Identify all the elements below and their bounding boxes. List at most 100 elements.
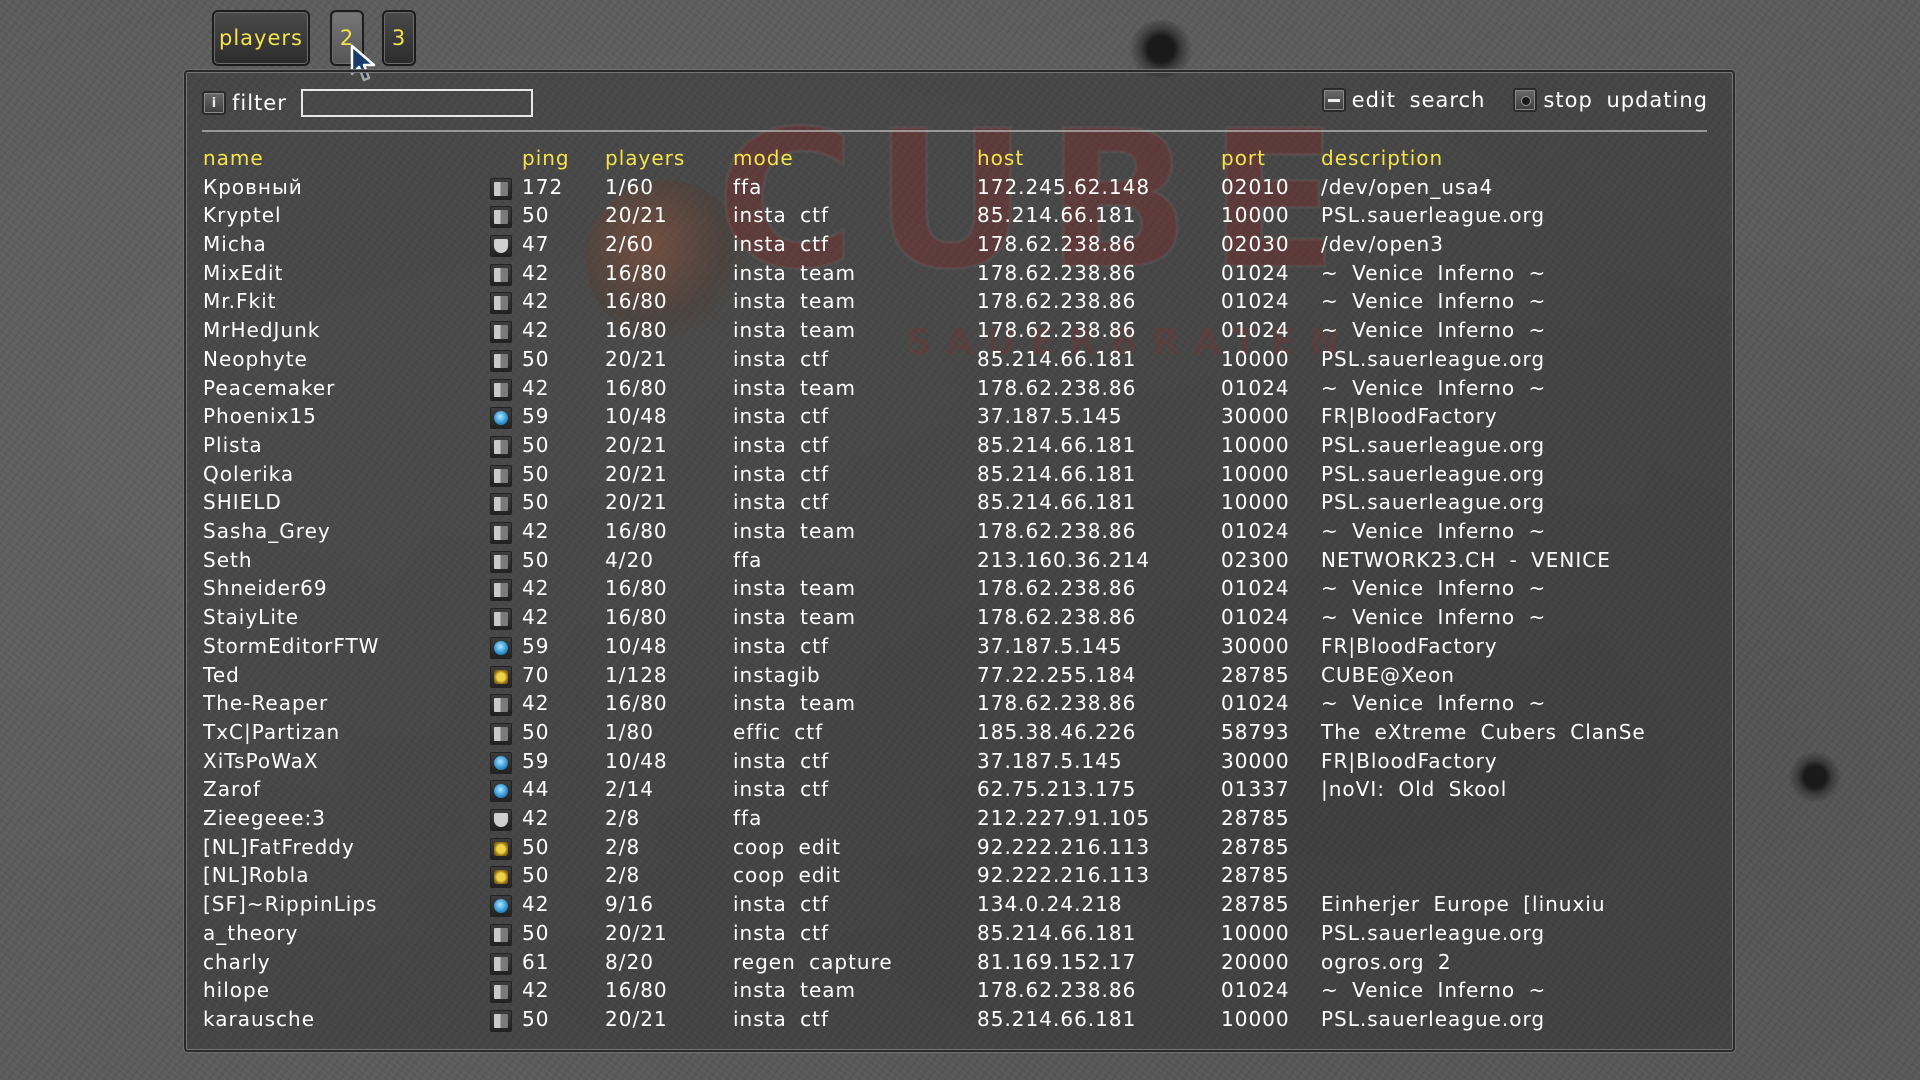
ping-value: 172 xyxy=(522,174,564,199)
table-row[interactable]: hilope 42 16/80 insta team 178.62.238.86 0102… xyxy=(0,978,1920,1006)
player-name: charly xyxy=(203,949,271,974)
table-row[interactable]: Zarof 44 2/14 insta ctf 62.75.213.175 01337 |n… xyxy=(0,777,1920,805)
column-header-players[interactable]: players xyxy=(605,146,685,170)
table-row[interactable]: MrHedJunk 42 16/80 insta team 178.62.238.86 0… xyxy=(0,318,1920,346)
host-address: 172.245.62.148 xyxy=(977,174,1151,199)
server-icon xyxy=(490,722,512,745)
ping-value: 50 xyxy=(522,203,550,228)
player-count: 20/21 xyxy=(605,490,668,515)
server-icon xyxy=(490,952,512,975)
table-row[interactable]: Peacemaker 42 16/80 insta team 178.62.238.86… xyxy=(0,376,1920,404)
game-mode: insta ctf xyxy=(733,1006,829,1031)
port-number: 30000 xyxy=(1221,748,1290,773)
game-mode: insta ctf xyxy=(733,748,829,773)
table-row[interactable]: Кровный 172 1/60 ffa 172.245.62.148 02010/dev… xyxy=(0,175,1920,203)
game-mode: coop edit xyxy=(733,834,841,859)
table-row[interactable]: Shneider69 42 16/80 insta team 178.62.238.86… xyxy=(0,576,1920,604)
edit-search-checkbox[interactable] xyxy=(1321,88,1346,112)
table-row[interactable]: Zieegeee:3 42 2/8 ffa 212.227.91.105 28785 xyxy=(0,806,1920,834)
edit-search-label: edit search xyxy=(1351,88,1486,112)
host-address: 37.187.5.145 xyxy=(977,748,1123,773)
host-address: 178.62.238.86 xyxy=(977,605,1137,630)
player-count: 16/80 xyxy=(605,289,668,314)
column-header-host[interactable]: host xyxy=(977,146,1024,170)
game-mode: ffa xyxy=(733,547,763,572)
filter-input[interactable] xyxy=(300,89,533,117)
column-header-port[interactable]: port xyxy=(1221,146,1266,170)
port-number: 28785 xyxy=(1221,892,1290,917)
ping-value: 50 xyxy=(522,490,550,515)
player-name: Sasha_Grey xyxy=(203,519,331,543)
table-row[interactable]: The-Reaper 42 16/80 insta team 178.62.238.86… xyxy=(0,691,1920,719)
server-status-cell xyxy=(490,292,512,315)
table-row[interactable]: Mr.Fkit 42 16/80 insta team 178.62.238.86 010… xyxy=(0,289,1920,317)
server-description: PSL.sauerleague.org xyxy=(1321,203,1546,228)
ping-value: 61 xyxy=(522,949,550,974)
server-icon xyxy=(490,321,512,344)
ping-value: 42 xyxy=(522,691,550,716)
table-row[interactable]: Micha 47 2/60 insta ctf 178.62.238.86 02030/d… xyxy=(0,232,1920,260)
globe-icon xyxy=(490,636,512,659)
server-description: ~ Venice Inferno ~ xyxy=(1321,519,1547,543)
host-address: 178.62.238.86 xyxy=(977,375,1137,400)
table-row[interactable]: [NL]FatFreddy 50 2/8 coop edit 92.222.216.11… xyxy=(0,835,1920,863)
player-count: 16/80 xyxy=(605,519,668,543)
server-description: FR|BloodFactory xyxy=(1321,633,1498,658)
ping-value: 50 xyxy=(522,461,550,486)
server-icon xyxy=(490,493,512,516)
table-row[interactable]: Phoenix15 59 10/48 insta ctf 37.187.5.145 300… xyxy=(0,404,1920,432)
table-row[interactable]: TxC|Partizan 50 1/80 effic ctf 185.38.46.226… xyxy=(0,720,1920,748)
host-address: 178.62.238.86 xyxy=(977,691,1137,716)
host-address: 178.62.238.86 xyxy=(977,260,1137,285)
tab-players[interactable]: players xyxy=(212,10,310,66)
column-header-mode[interactable]: mode xyxy=(733,146,794,170)
tab-page-3[interactable]: 3 xyxy=(382,10,416,66)
game-mode: insta ctf xyxy=(733,404,829,429)
column-header-name[interactable]: name xyxy=(203,146,264,170)
port-number: 01024 xyxy=(1221,576,1290,601)
table-row[interactable]: karausche 50 20/21 insta ctf 85.214.66.181 10… xyxy=(0,1007,1920,1035)
table-row[interactable]: XiTsPoWaX 59 10/48 insta ctf 37.187.5.145 300… xyxy=(0,749,1920,777)
game-mode: insta ctf xyxy=(733,203,829,228)
table-row[interactable]: a_theory 50 20/21 insta ctf 85.214.66.181 100… xyxy=(0,921,1920,949)
globe-icon xyxy=(490,780,512,803)
table-row[interactable]: SHIELD 50 20/21 insta ctf 85.214.66.181 10000… xyxy=(0,490,1920,518)
table-row[interactable]: Kryptel 50 20/21 insta ctf 85.214.66.181 1000… xyxy=(0,203,1920,231)
player-count: 10/48 xyxy=(605,633,668,658)
table-row[interactable]: Ted 70 1/128 instagib 77.22.255.184 28785 CUBE… xyxy=(0,663,1920,691)
table-row[interactable]: [SF]~RippinLips 42 9/16 insta ctf 134.0.24.2… xyxy=(0,892,1920,920)
stop-updating-button[interactable]: stop updating xyxy=(1513,88,1708,112)
table-row[interactable]: MixEdit 42 16/80 insta team 178.62.238.86 010… xyxy=(0,261,1920,289)
game-mode: instagib xyxy=(733,662,821,687)
table-row[interactable]: Sasha_Grey 42 16/80 insta team 178.62.238.86… xyxy=(0,519,1920,547)
table-row[interactable]: StaiyLite 42 16/80 insta team 178.62.238.86 0… xyxy=(0,605,1920,633)
filter-info-toggle[interactable]: i xyxy=(202,91,226,115)
ping-value: 42 xyxy=(522,318,550,343)
server-description: ~ Venice Inferno ~ xyxy=(1321,260,1547,285)
table-row[interactable]: Neophyte 50 20/21 insta ctf 85.214.66.181 100… xyxy=(0,347,1920,375)
table-row[interactable]: StormEditorFTW 59 10/48 insta ctf 37.187.5.1… xyxy=(0,634,1920,662)
ping-value: 44 xyxy=(522,777,550,802)
ping-value: 50 xyxy=(522,834,550,859)
player-count: 16/80 xyxy=(605,978,668,1003)
host-address: 212.227.91.105 xyxy=(977,806,1151,830)
table-row[interactable]: Plista 50 20/21 insta ctf 85.214.66.181 10000… xyxy=(0,433,1920,461)
table-row[interactable]: Qolerika 50 20/21 insta ctf 85.214.66.181 100… xyxy=(0,462,1920,490)
player-count: 20/21 xyxy=(605,920,668,945)
port-number: 10000 xyxy=(1221,1006,1290,1031)
column-header-description[interactable]: description xyxy=(1321,146,1443,170)
stop-updating-checkbox[interactable] xyxy=(1513,88,1538,112)
ping-value: 42 xyxy=(522,289,550,314)
player-name: Neophyte xyxy=(203,346,308,371)
port-number: 20000 xyxy=(1221,949,1290,974)
player-name: [NL]FatFreddy xyxy=(203,834,355,859)
table-row[interactable]: charly 61 8/20 regen capture 81.169.152.17 20… xyxy=(0,950,1920,978)
server-status-cell xyxy=(490,895,512,918)
column-header-ping[interactable]: ping xyxy=(522,146,570,170)
table-row[interactable]: Seth 50 4/20 ffa 213.160.36.214 02300 NETWORK2… xyxy=(0,548,1920,576)
edit-search-button[interactable]: edit search xyxy=(1321,88,1486,112)
server-icon xyxy=(490,550,512,573)
server-description: ~ Venice Inferno ~ xyxy=(1321,691,1547,716)
table-row[interactable]: [NL]Robla 50 2/8 coop edit 92.222.216.113 287… xyxy=(0,863,1920,891)
server-status-cell xyxy=(490,981,512,1004)
